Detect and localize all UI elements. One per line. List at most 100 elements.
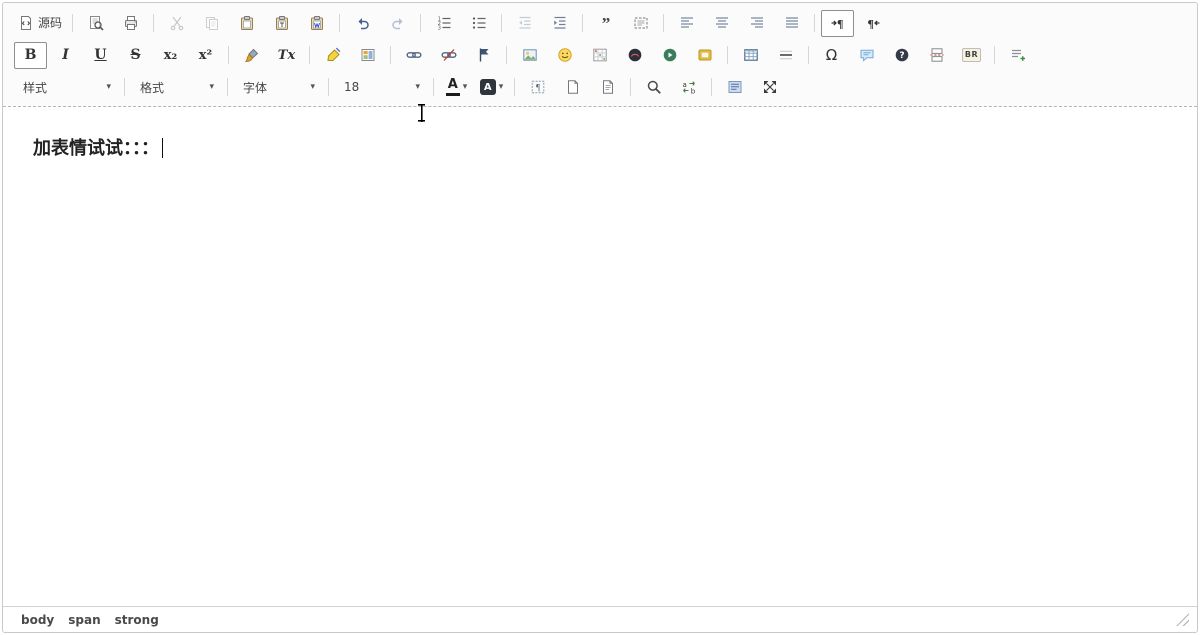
highlight-button[interactable] <box>316 42 349 69</box>
new-page-button[interactable] <box>556 74 589 101</box>
toolbar-separator <box>228 46 229 64</box>
line-break-button[interactable]: BR <box>955 42 988 69</box>
toolbar-separator <box>501 14 502 32</box>
element-path-body[interactable]: body <box>21 613 54 627</box>
print-button[interactable] <box>114 10 147 37</box>
blockquote-button[interactable]: ” <box>589 10 622 37</box>
cut-button[interactable] <box>160 10 193 37</box>
link-button[interactable] <box>397 42 430 69</box>
comment-button[interactable] <box>850 42 883 69</box>
select-all-button[interactable] <box>718 74 751 101</box>
align-center-icon <box>714 15 730 31</box>
increase-indent-button[interactable] <box>543 10 576 37</box>
editing-area[interactable]: 加表情试试：：： <box>3 107 1197 606</box>
toolbar-row-3: 样式▾格式▾字体▾18▾A▾A▾¶ab <box>9 71 1191 103</box>
background-color-swatch: A <box>480 79 496 95</box>
align-right-button[interactable] <box>740 10 773 37</box>
cut-icon <box>169 15 185 31</box>
align-center-button[interactable] <box>705 10 738 37</box>
image-button[interactable] <box>513 42 546 69</box>
media-button[interactable] <box>653 42 686 69</box>
italic-button[interactable]: I <box>49 42 82 69</box>
toolbar-separator <box>506 46 507 64</box>
iframe-icon <box>697 47 713 63</box>
list-num-icon: 123 <box>436 15 452 31</box>
chevron-down-icon: ▾ <box>463 83 468 92</box>
subscript-button[interactable]: x₂ <box>154 42 187 69</box>
text-color-swatch: A <box>446 78 460 96</box>
special-character-label: Ω <box>826 48 837 63</box>
div-container-button[interactable] <box>624 10 657 37</box>
undo-button[interactable] <box>346 10 379 37</box>
copy-button[interactable] <box>195 10 228 37</box>
anchor-button[interactable] <box>467 42 500 69</box>
paragraph-format-combo[interactable]: 格式▾ <box>132 75 220 100</box>
paste-button[interactable] <box>230 10 263 37</box>
special-character-button[interactable]: Ω <box>815 42 848 69</box>
styles-combo[interactable]: 样式▾ <box>15 75 117 100</box>
font-family-combo-label: 字体 <box>243 79 267 96</box>
bold-button[interactable]: B <box>14 42 47 69</box>
dir-ltr-icon: ¶ <box>830 15 846 31</box>
rich-text-editor: 源码123”¶¶ BIUSx₂x²TxΩ?BR 样式▾格式▾字体▾18▾A▾A▾… <box>2 2 1198 633</box>
paste-from-word-button[interactable] <box>300 10 333 37</box>
numbered-list-button[interactable]: 123 <box>427 10 460 37</box>
preview-button[interactable] <box>79 10 112 37</box>
statusbar: body span strong <box>3 606 1197 632</box>
font-family-combo[interactable]: 字体▾ <box>235 75 321 100</box>
maximize-button[interactable] <box>753 74 786 101</box>
doc-props-icon <box>600 79 616 95</box>
bulleted-list-button[interactable] <box>462 10 495 37</box>
toolbar-separator <box>582 14 583 32</box>
replace-button[interactable]: ab <box>672 74 705 101</box>
emoji-panel-button[interactable] <box>583 42 616 69</box>
italic-label: I <box>62 48 69 62</box>
decrease-indent-button[interactable] <box>508 10 541 37</box>
horizontal-rule-button[interactable] <box>769 42 802 69</box>
background-color-button[interactable]: A▾ <box>475 74 508 101</box>
toolbar-separator <box>309 46 310 64</box>
table-button[interactable] <box>734 42 767 69</box>
placeholder-button[interactable] <box>1001 42 1034 69</box>
resize-handle[interactable] <box>1176 613 1189 626</box>
svg-text:¶: ¶ <box>836 17 842 31</box>
iframe-button[interactable] <box>688 42 721 69</box>
text-color-button[interactable]: A▾ <box>440 74 473 101</box>
remove-format-button[interactable]: Tx <box>270 42 303 69</box>
smiley-button[interactable] <box>548 42 581 69</box>
superscript-button[interactable]: x² <box>189 42 222 69</box>
link-icon <box>406 47 422 63</box>
show-blocks-button[interactable]: ¶ <box>521 74 554 101</box>
align-justify-button[interactable] <box>775 10 808 37</box>
element-path-strong[interactable]: strong <box>115 613 159 627</box>
page-break-button[interactable] <box>920 42 953 69</box>
toolbar-separator <box>72 14 73 32</box>
about-icon: ? <box>894 47 910 63</box>
underline-button[interactable]: U <box>84 42 117 69</box>
unlink-button[interactable] <box>432 42 465 69</box>
hr-icon <box>778 47 794 63</box>
emoji-grid-icon <box>592 47 608 63</box>
redo-button[interactable] <box>381 10 414 37</box>
copy-formatting-button[interactable] <box>235 42 268 69</box>
toolbar-separator <box>227 78 228 96</box>
toolbar-separator <box>727 46 728 64</box>
marker-icon <box>325 47 341 63</box>
align-left-button[interactable] <box>670 10 703 37</box>
element-path-span[interactable]: span <box>68 613 100 627</box>
document-properties-button[interactable] <box>591 74 624 101</box>
text-direction-rtl-button[interactable]: ¶ <box>856 10 889 37</box>
flash-button[interactable] <box>618 42 651 69</box>
find-button[interactable] <box>637 74 670 101</box>
redo-icon <box>390 15 406 31</box>
about-button[interactable]: ? <box>885 42 918 69</box>
font-size-combo[interactable]: 18▾ <box>336 75 426 100</box>
chevron-down-icon: ▾ <box>209 83 214 92</box>
templates-button[interactable] <box>351 42 384 69</box>
show-blocks-icon: ¶ <box>530 79 546 95</box>
image-icon <box>522 47 538 63</box>
source-button[interactable]: 源码 <box>14 10 66 37</box>
paste-plain-text-button[interactable] <box>265 10 298 37</box>
strikethrough-button[interactable]: S <box>119 42 152 69</box>
text-direction-ltr-button[interactable]: ¶ <box>821 10 854 37</box>
